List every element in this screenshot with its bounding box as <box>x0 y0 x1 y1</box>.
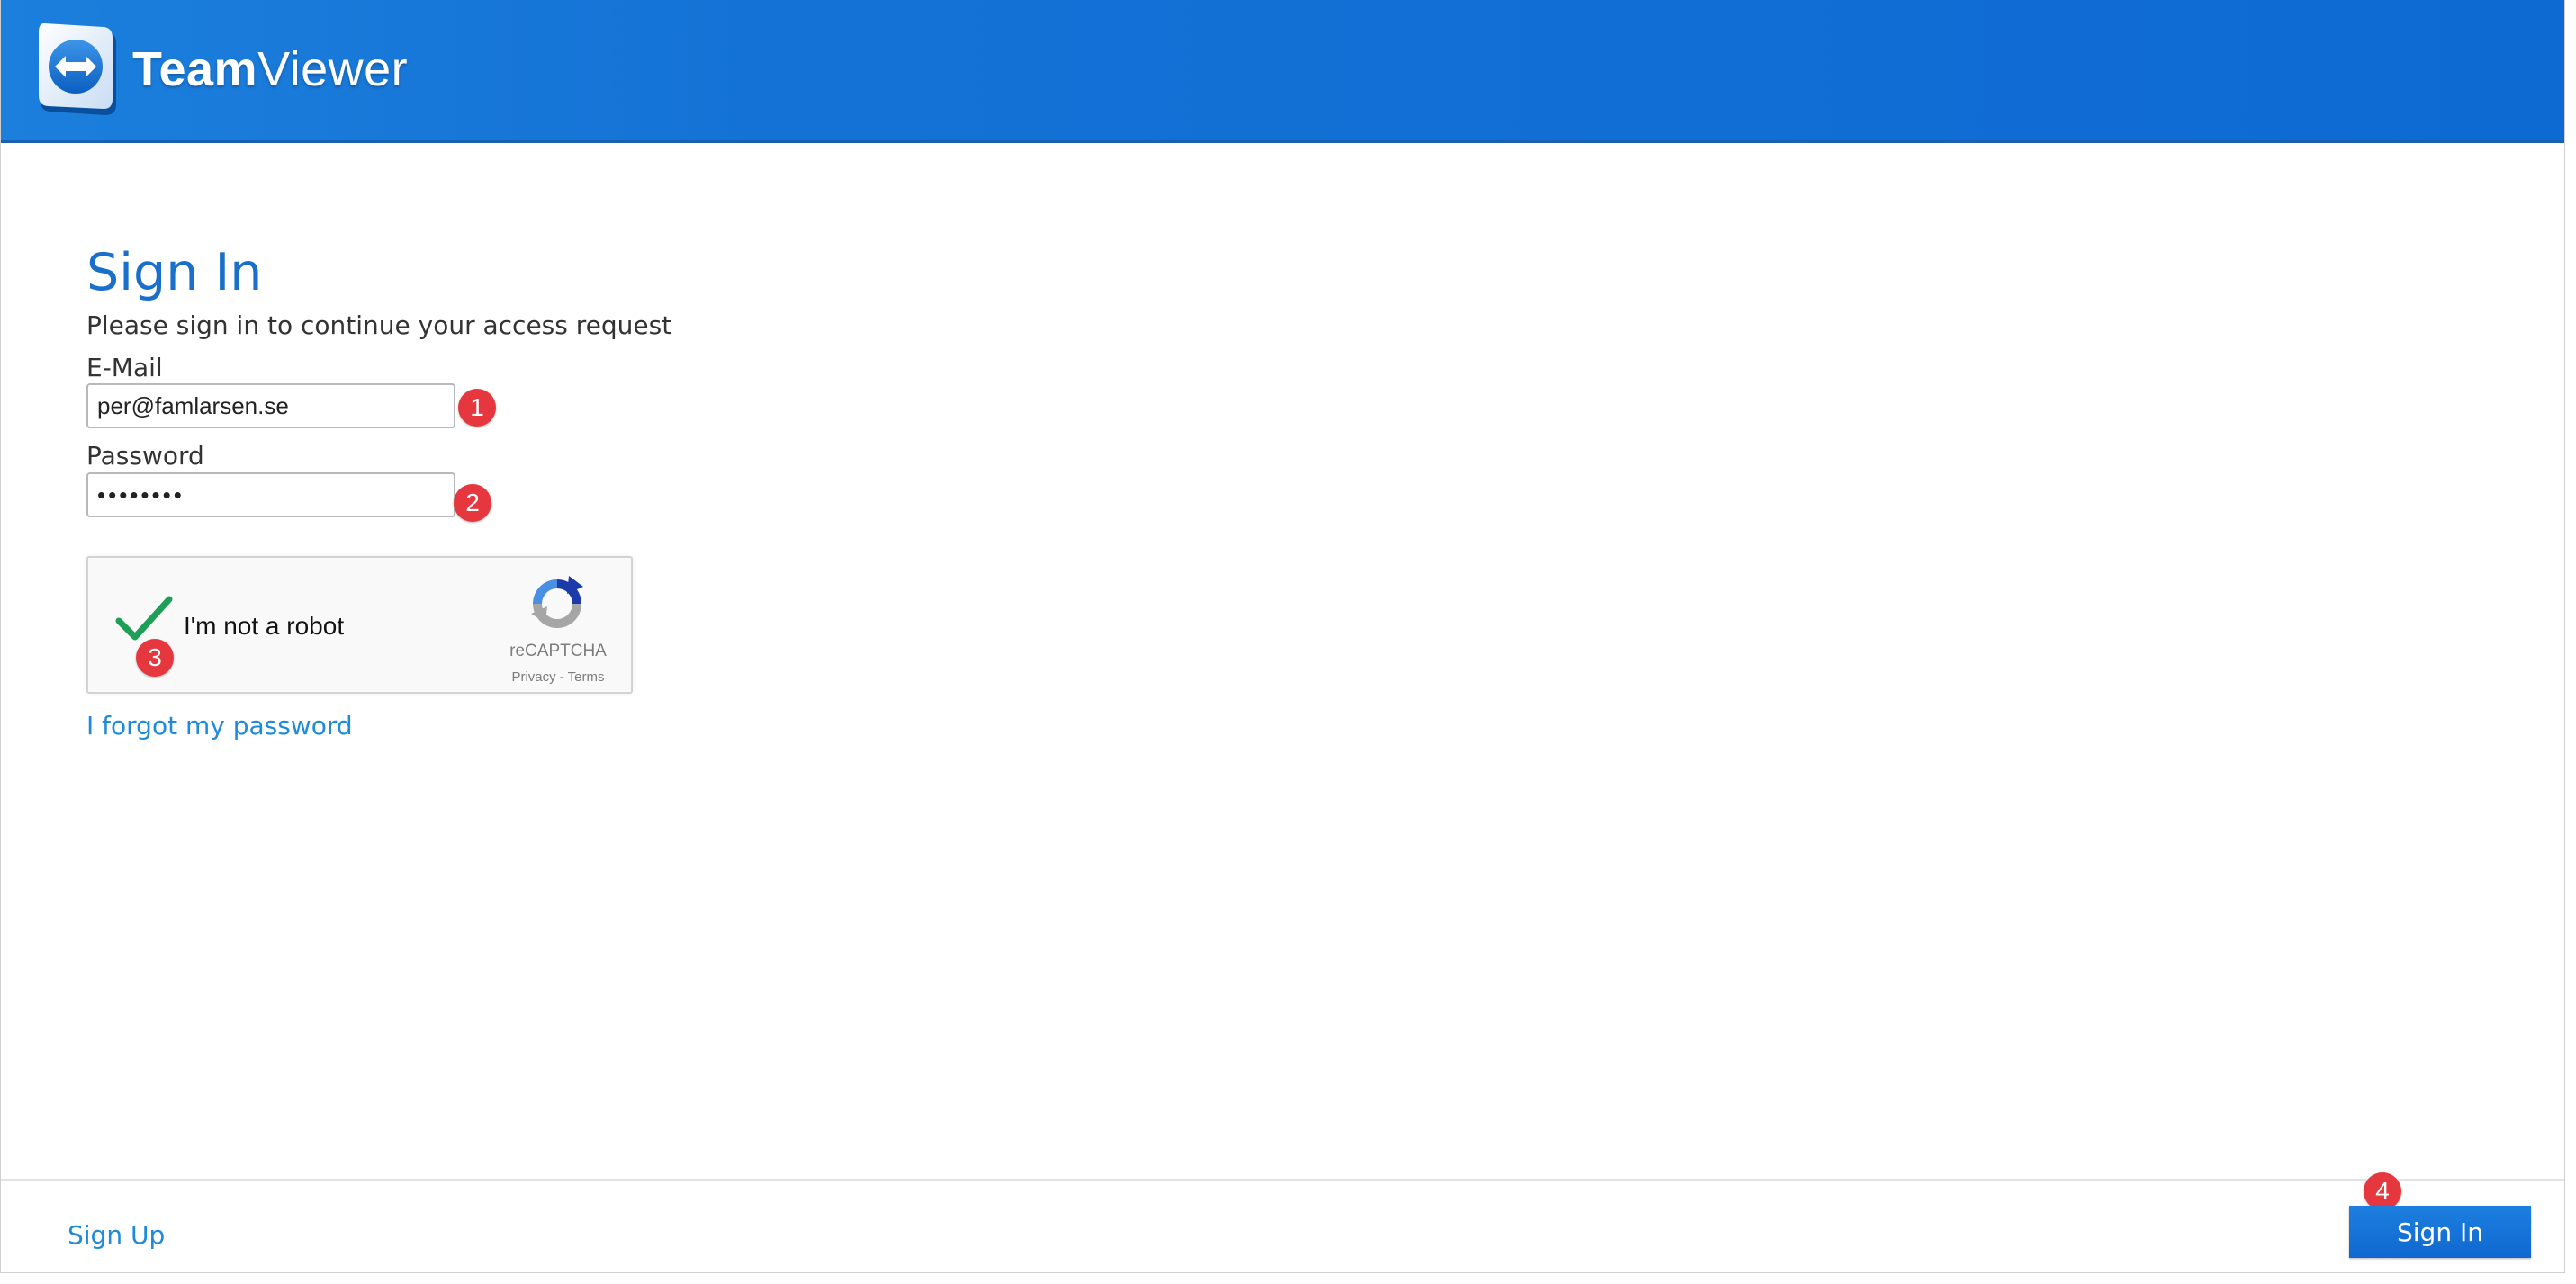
sign-up-link[interactable]: Sign Up <box>68 1220 165 1250</box>
footer-divider <box>1 1179 2564 1181</box>
recaptcha-widget: I'm not a robot reCAPTCHA Privacy - Term… <box>86 556 633 694</box>
password-label: Password <box>86 441 204 471</box>
step-badge-2: 2 <box>454 484 491 522</box>
page-title: Sign In <box>86 243 263 302</box>
captcha-label: I'm not a robot <box>184 612 345 640</box>
wordmark-viewer: Viewer <box>257 42 409 96</box>
checkmark-icon[interactable] <box>115 596 173 642</box>
step-badge-4: 4 <box>2364 1172 2401 1210</box>
step-badge-3: 3 <box>136 639 174 677</box>
recaptcha-brand: reCAPTCHA <box>509 642 607 660</box>
teamviewer-wordmark: TeamViewer <box>132 41 408 97</box>
page-subtitle: Please sign in to continue your access r… <box>86 310 672 340</box>
email-field[interactable] <box>86 383 455 428</box>
recaptcha-logo-icon <box>531 576 583 628</box>
wordmark-team: Team <box>132 42 258 96</box>
sign-in-button[interactable]: Sign In <box>2349 1206 2531 1258</box>
step-badge-1: 1 <box>458 389 496 427</box>
password-field[interactable] <box>86 472 455 517</box>
teamviewer-signin-window: TeamViewer Sign In Please sign in to con… <box>0 0 2565 1273</box>
teamviewer-logo-icon <box>39 23 116 115</box>
recaptcha-privacy-terms[interactable]: Privacy - Terms <box>484 669 632 685</box>
forgot-password-link[interactable]: I forgot my password <box>86 711 353 741</box>
email-label: E-Mail <box>86 353 163 382</box>
header-bar: TeamViewer <box>1 0 2564 143</box>
